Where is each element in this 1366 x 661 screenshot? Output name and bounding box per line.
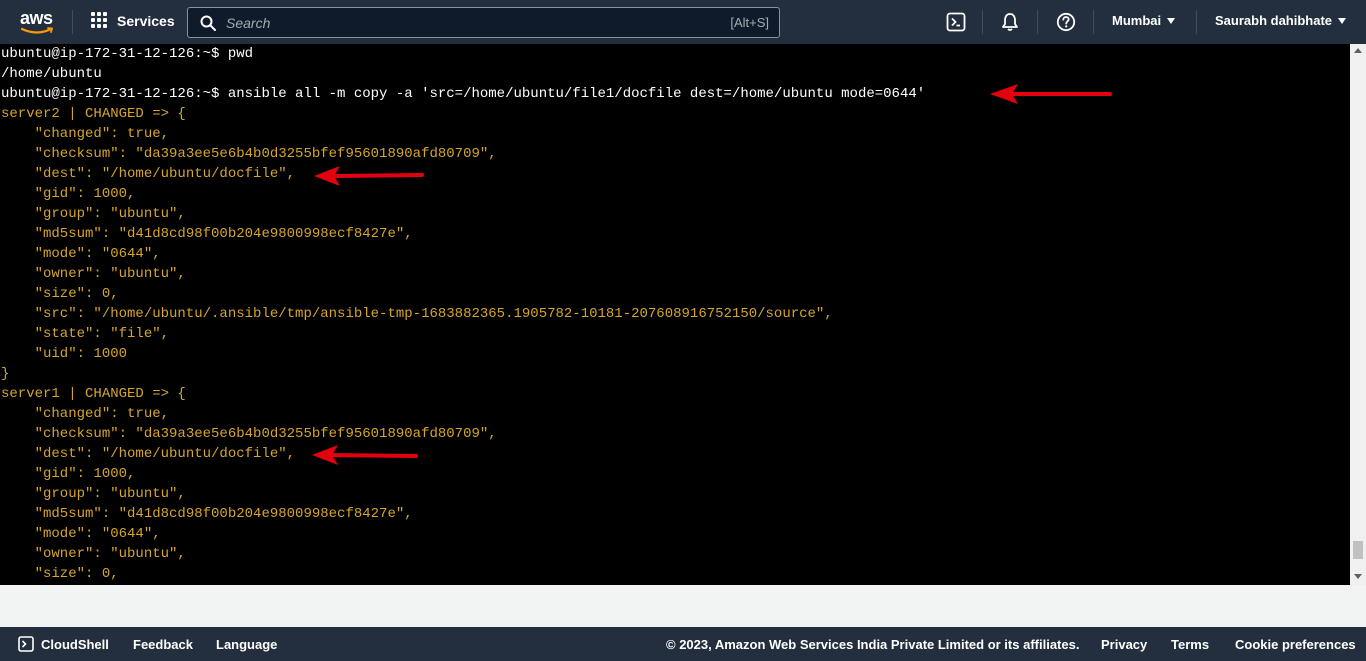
search-box[interactable]: [Alt+S] — [187, 7, 780, 38]
region-label: Mumbai — [1112, 13, 1162, 28]
terminal-line: "gid": 1000, — [1, 466, 136, 482]
terminal-line: "checksum": "da39a3ee5e6b4b0d3255bfef956… — [1, 426, 497, 442]
terminal-line: "uid": 1000 — [1, 346, 128, 362]
top-navigation: aws Services [Alt+S] Mumba — [0, 0, 1366, 44]
terminal-line: "size": 0, — [1, 566, 119, 582]
footer-cloudshell-link[interactable]: CloudShell — [41, 637, 109, 652]
nav-divider — [72, 10, 73, 34]
terminal-scrollbar[interactable] — [1350, 44, 1366, 585]
annotation-arrow-icon — [314, 166, 424, 186]
terminal-line: "src": "/home/ubuntu/.ansible/tmp/ansibl… — [1, 306, 833, 322]
nav-divider — [1196, 10, 1197, 34]
footer-language-link[interactable]: Language — [216, 637, 277, 652]
help-icon[interactable] — [1056, 12, 1076, 32]
terminal-line: "mode": "0644", — [1, 526, 161, 542]
scroll-up-icon[interactable] — [1354, 48, 1362, 53]
terminal-line: "md5sum": "d41d8cd98f00b204e9800998ecf84… — [1, 226, 413, 242]
terminal-line: "owner": "ubuntu", — [1, 266, 186, 282]
terminal-line: "group": "ubuntu", — [1, 206, 186, 222]
aws-smile-icon — [21, 27, 54, 34]
terminal-line: "state": "file", — [1, 326, 170, 342]
footer-privacy-link[interactable]: Privacy — [1101, 637, 1147, 652]
footer-cookie-preferences-link[interactable]: Cookie preferences — [1235, 637, 1356, 652]
terminal-line: "changed": true, — [1, 126, 170, 142]
terminal-line: "checksum": "da39a3ee5e6b4b0d3255bfef956… — [1, 146, 497, 162]
annotation-arrow-icon — [990, 84, 1112, 104]
cloudshell-terminal[interactable]: ubuntu@ip-172-31-12-126:~$ pwd/home/ubun… — [0, 44, 1350, 585]
account-menu[interactable]: Saurabh dahibhate — [1215, 13, 1347, 28]
terminal-line: "dest": "/home/ubuntu/docfile", — [1, 446, 296, 462]
aws-logo[interactable]: aws — [20, 8, 56, 36]
nav-divider — [1093, 10, 1094, 34]
region-selector[interactable]: Mumbai — [1112, 13, 1176, 28]
caret-down-icon — [1167, 17, 1176, 24]
nav-divider — [1037, 10, 1038, 34]
services-menu[interactable]: Services — [91, 12, 175, 30]
search-input[interactable] — [226, 12, 696, 34]
footer-feedback-link[interactable]: Feedback — [133, 637, 193, 652]
terminal-line: server2 | CHANGED => { — [1, 106, 186, 122]
terminal-output: ubuntu@ip-172-31-12-126:~$ pwd/home/ubun… — [1, 44, 925, 584]
scroll-thumb[interactable] — [1353, 541, 1363, 559]
terminal-line: "size": 0, — [1, 286, 119, 302]
terminal-line: } — [1, 366, 10, 382]
caret-down-icon — [1338, 17, 1347, 24]
terminal-line: "mode": "0644", — [1, 246, 161, 262]
cloudshell-icon[interactable] — [18, 636, 34, 652]
scroll-down-icon[interactable] — [1354, 574, 1362, 579]
terminal-line: "dest": "/home/ubuntu/docfile", — [1, 166, 296, 182]
footer: CloudShell Feedback Language © 2023, Ama… — [0, 627, 1366, 661]
aws-logo-text: aws — [20, 8, 53, 28]
account-name: Saurabh dahibhate — [1215, 13, 1333, 28]
annotation-arrow-icon — [312, 445, 418, 465]
services-label: Services — [117, 13, 175, 29]
terminal-line: "md5sum": "d41d8cd98f00b204e9800998ecf84… — [1, 506, 413, 522]
terminal-line: "changed": true, — [1, 406, 170, 422]
bell-icon[interactable] — [1000, 12, 1020, 32]
terminal-line: "group": "ubuntu", — [1, 486, 186, 502]
footer-copyright: © 2023, Amazon Web Services India Privat… — [666, 637, 1080, 652]
footer-terms-link[interactable]: Terms — [1171, 637, 1209, 652]
terminal-line: /home/ubuntu — [1, 66, 102, 82]
search-icon — [200, 15, 216, 31]
nav-divider — [982, 10, 983, 34]
search-shortcut: [Alt+S] — [730, 15, 769, 30]
terminal-line: ubuntu@ip-172-31-12-126:~$ pwd — [1, 46, 254, 62]
terminal-line: ubuntu@ip-172-31-12-126:~$ ansible all -… — [1, 86, 926, 102]
terminal-line: "owner": "ubuntu", — [1, 546, 186, 562]
grid-icon — [91, 12, 109, 30]
cloudshell-icon[interactable] — [946, 12, 966, 32]
terminal-line: "gid": 1000, — [1, 186, 136, 202]
terminal-line: server1 | CHANGED => { — [1, 386, 186, 402]
